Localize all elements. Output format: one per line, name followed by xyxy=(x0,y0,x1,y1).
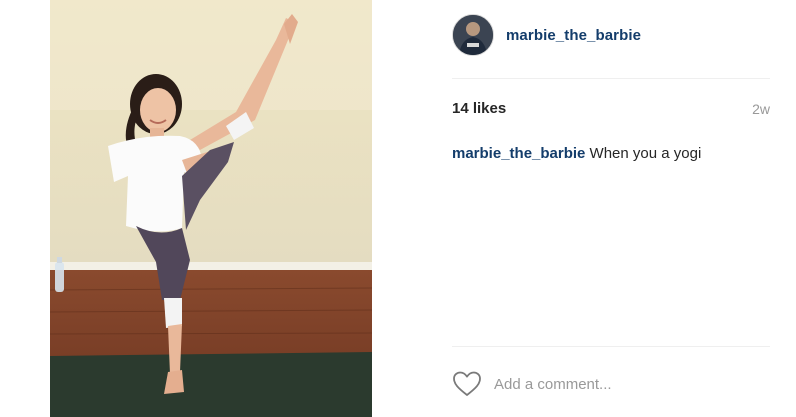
avatar-photo xyxy=(453,15,493,55)
header-divider xyxy=(452,78,770,79)
avatar[interactable] xyxy=(452,14,494,56)
caption-username-link[interactable]: marbie_the_barbie xyxy=(452,145,585,162)
post-timestamp[interactable]: 2w xyxy=(752,101,770,117)
header-username-link[interactable]: marbie_the_barbie xyxy=(506,27,641,44)
comment-row xyxy=(452,370,734,398)
comment-divider xyxy=(452,346,770,347)
post-details-panel: marbie_the_barbie 14 likes 2w marbie_the… xyxy=(452,0,772,417)
likes-count[interactable]: 14 likes xyxy=(452,100,506,117)
post-header: marbie_the_barbie xyxy=(452,12,641,58)
post-photo[interactable] xyxy=(50,0,372,417)
caption-text: When you a yogi xyxy=(585,145,702,162)
add-comment-input[interactable] xyxy=(494,375,734,393)
heart-outline-icon[interactable] xyxy=(452,370,482,398)
post-photo-illustration xyxy=(50,0,372,417)
post-caption: marbie_the_barbie When you a yogi xyxy=(452,145,701,162)
